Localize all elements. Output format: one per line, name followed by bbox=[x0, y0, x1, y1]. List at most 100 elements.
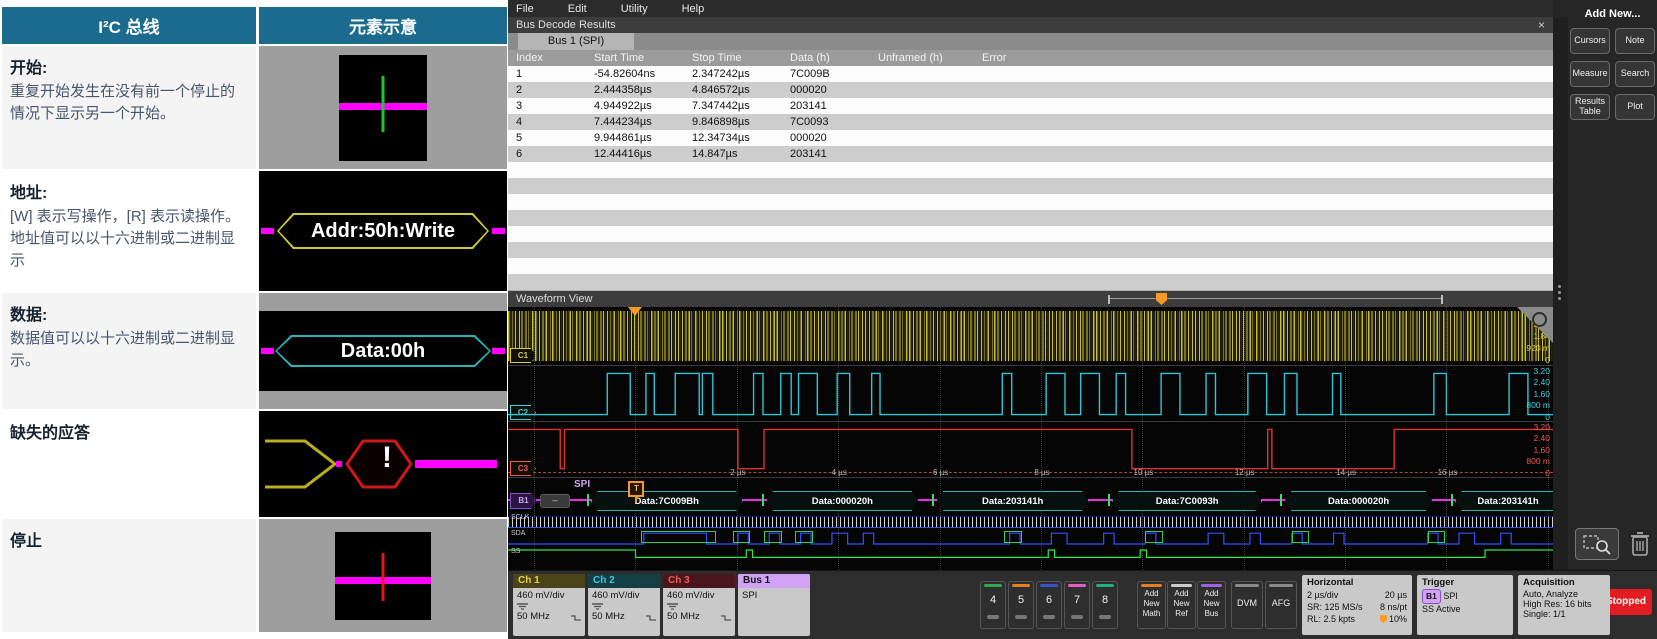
horizontal-panel[interactable]: Horizontal2 µs/div20 µsSR: 125 MS/s8 ns/… bbox=[1302, 575, 1412, 635]
channel-bw-row: 50 MHz bbox=[517, 611, 581, 623]
decode-row[interactable]: 34.944922µs7.347442µs203141 bbox=[508, 98, 1553, 114]
trigger-title: Trigger bbox=[1422, 577, 1508, 588]
add-new-cursors[interactable]: Cursors bbox=[1570, 28, 1610, 54]
channel-button-6[interactable]: 6 bbox=[1036, 581, 1062, 629]
gridline bbox=[1446, 307, 1447, 570]
frame-label: Addr:50h:Write bbox=[311, 220, 455, 243]
doc-row-title: 停止 bbox=[10, 527, 246, 551]
decode-cell: 9.846898µs bbox=[684, 114, 782, 130]
add-new-measure[interactable]: Measure bbox=[1570, 61, 1610, 87]
gridline bbox=[1142, 307, 1143, 570]
add-new-ref-button[interactable]: Add New Ref bbox=[1167, 581, 1196, 629]
col-unframed-h-[interactable]: Unframed (h) bbox=[870, 50, 974, 66]
info-value: SR: 125 MS/s bbox=[1307, 601, 1363, 613]
zoom-tool-button[interactable] bbox=[1575, 528, 1619, 560]
afg-button[interactable]: AFG bbox=[1265, 581, 1297, 629]
screen: I²C 总线 元素示意 开始:重复开始发生在没有前一个停止的情况下显示另一个开始… bbox=[0, 0, 1657, 639]
decode-cell: 2.444358µs bbox=[586, 82, 684, 98]
bus-frame[interactable]: Data:203141h bbox=[1455, 491, 1553, 511]
signal-band: Data:00h bbox=[259, 311, 507, 391]
channel-badge-ch3[interactable]: Ch 3460 mV/div50 MHz bbox=[663, 574, 735, 636]
col-data-h-[interactable]: Data (h) bbox=[782, 50, 870, 66]
decode-row[interactable]: 22.444358µs4.846572µs000020 bbox=[508, 82, 1553, 98]
bus1-badge[interactable]: B1 bbox=[510, 493, 537, 509]
coupling-icon bbox=[517, 603, 528, 610]
add-new-math-button[interactable]: Add New Math bbox=[1137, 581, 1166, 629]
trigger-position-icon[interactable] bbox=[628, 307, 642, 316]
tab-bus1-spi[interactable]: Bus 1 (SPI) bbox=[518, 33, 634, 50]
channel-badge-ch2[interactable]: Ch 2460 mV/div50 MHz bbox=[588, 574, 660, 636]
add-new-search[interactable]: Search bbox=[1615, 61, 1655, 87]
ss-label: SS bbox=[511, 548, 520, 555]
channel-badge-name: Ch 1 bbox=[513, 574, 585, 588]
decode-cell: 12.34734µs bbox=[684, 130, 782, 146]
channel-button-8[interactable]: 8 bbox=[1092, 581, 1118, 629]
horizontal-position-slider[interactable] bbox=[1108, 298, 1443, 302]
trigger-t-marker[interactable]: T bbox=[628, 481, 644, 497]
decode-cell bbox=[974, 98, 1553, 114]
add-new-note[interactable]: Note bbox=[1615, 28, 1655, 54]
decode-row[interactable]: 47.444234µs9.846898µs7C0093 bbox=[508, 114, 1553, 130]
badge-c1[interactable]: C1 bbox=[510, 348, 536, 363]
channel-badge-name: Ch 3 bbox=[663, 574, 735, 588]
time-label: 10 µs bbox=[1133, 468, 1153, 477]
bandwidth-icon bbox=[646, 614, 656, 622]
add-new-plot[interactable]: Plot bbox=[1615, 94, 1655, 120]
frame-tick bbox=[1451, 494, 1453, 506]
bus-frame[interactable]: Data:7C0093h bbox=[1112, 491, 1262, 511]
channel-button-5[interactable]: 5 bbox=[1008, 581, 1034, 629]
decode-cell: 4 bbox=[508, 114, 586, 130]
bus-frame[interactable]: Data:000020h bbox=[1284, 491, 1432, 511]
decode-cell: 7.444234µs bbox=[586, 114, 684, 130]
add-new-results-table[interactable]: Results Table bbox=[1570, 94, 1610, 120]
scale-value: 0 bbox=[1545, 413, 1550, 422]
dvm-button[interactable]: DVM bbox=[1231, 581, 1263, 629]
time-label: 16 µs bbox=[1438, 468, 1458, 477]
scale-value: 0 bbox=[1545, 469, 1550, 478]
horizontal-row: SR: 125 MS/s8 ns/pt bbox=[1307, 601, 1407, 613]
decode-table-body: 1-54.82604ns2.347242µs7C009B22.444358µs4… bbox=[508, 66, 1553, 290]
add-new-bus-button[interactable]: Add New Bus bbox=[1197, 581, 1226, 629]
menu-utility[interactable]: Utility bbox=[621, 3, 648, 15]
col-start-time[interactable]: Start Time bbox=[586, 50, 684, 66]
doc-figure-addr: Addr:50h:Write bbox=[259, 171, 507, 291]
button-stripe bbox=[1141, 584, 1162, 587]
bus-collapse-handle[interactable]: – bbox=[540, 494, 570, 508]
close-icon[interactable]: × bbox=[1538, 17, 1545, 33]
waveform-title-bar: Waveform View bbox=[508, 291, 1553, 307]
frame-tick bbox=[762, 494, 764, 506]
channel-scale: 460 mV/div bbox=[667, 590, 731, 602]
info-value: RL: 2.5 kpts bbox=[1307, 613, 1355, 625]
menu-edit[interactable]: Edit bbox=[568, 3, 587, 15]
bus-frame[interactable]: Data:000020h bbox=[766, 491, 918, 511]
sclk-label: SCLK bbox=[511, 514, 529, 521]
panel-splitter[interactable] bbox=[1553, 17, 1568, 570]
channel-button-4[interactable]: 4 bbox=[980, 581, 1006, 629]
decode-row[interactable]: 1-54.82604ns2.347242µs7C009B bbox=[508, 66, 1553, 82]
decode-cell: 7.347442µs bbox=[684, 98, 782, 114]
acquisition-panel[interactable]: AcquisitionAuto, AnalyzeHigh Res: 16 bit… bbox=[1518, 575, 1610, 635]
trash-icon[interactable] bbox=[1629, 530, 1651, 558]
doc-row-title: 数据: bbox=[10, 301, 246, 325]
col-error[interactable]: Error bbox=[974, 50, 1553, 66]
channel-badge-ch1[interactable]: Ch 1460 mV/div50 MHz bbox=[513, 574, 585, 636]
missing-ack-figure: ! bbox=[263, 433, 503, 495]
trigger-panel[interactable]: TriggerB1 SPISS Active bbox=[1417, 575, 1513, 635]
bus-frame[interactable]: Data:7C009Bh bbox=[591, 491, 743, 511]
col-stop-time[interactable]: Stop Time bbox=[684, 50, 782, 66]
channel-badge-bus1[interactable]: Bus 1SPI bbox=[738, 574, 810, 636]
channel1-slice: C13.682.761.84920 m0 bbox=[508, 307, 1553, 365]
col-index[interactable]: Index bbox=[508, 50, 586, 66]
channel-button-7[interactable]: 7 bbox=[1064, 581, 1090, 629]
decode-row[interactable]: 59.944861µs12.34734µs000020 bbox=[508, 130, 1553, 146]
decode-row[interactable]: 612.44416µs14.847µs203141 bbox=[508, 146, 1553, 162]
slider-marker-icon[interactable] bbox=[1156, 293, 1167, 305]
horizontal-row: RL: 2.5 kpts10% bbox=[1307, 613, 1407, 625]
bus-frame[interactable]: Data:203141h bbox=[936, 491, 1088, 511]
decode-cell bbox=[870, 146, 974, 162]
frame-tick bbox=[932, 494, 934, 506]
decode-cell: -54.82604ns bbox=[586, 66, 684, 82]
menu-help[interactable]: Help bbox=[682, 3, 705, 15]
time-label: 6 µs bbox=[933, 468, 948, 477]
menu-file[interactable]: File bbox=[516, 3, 534, 15]
